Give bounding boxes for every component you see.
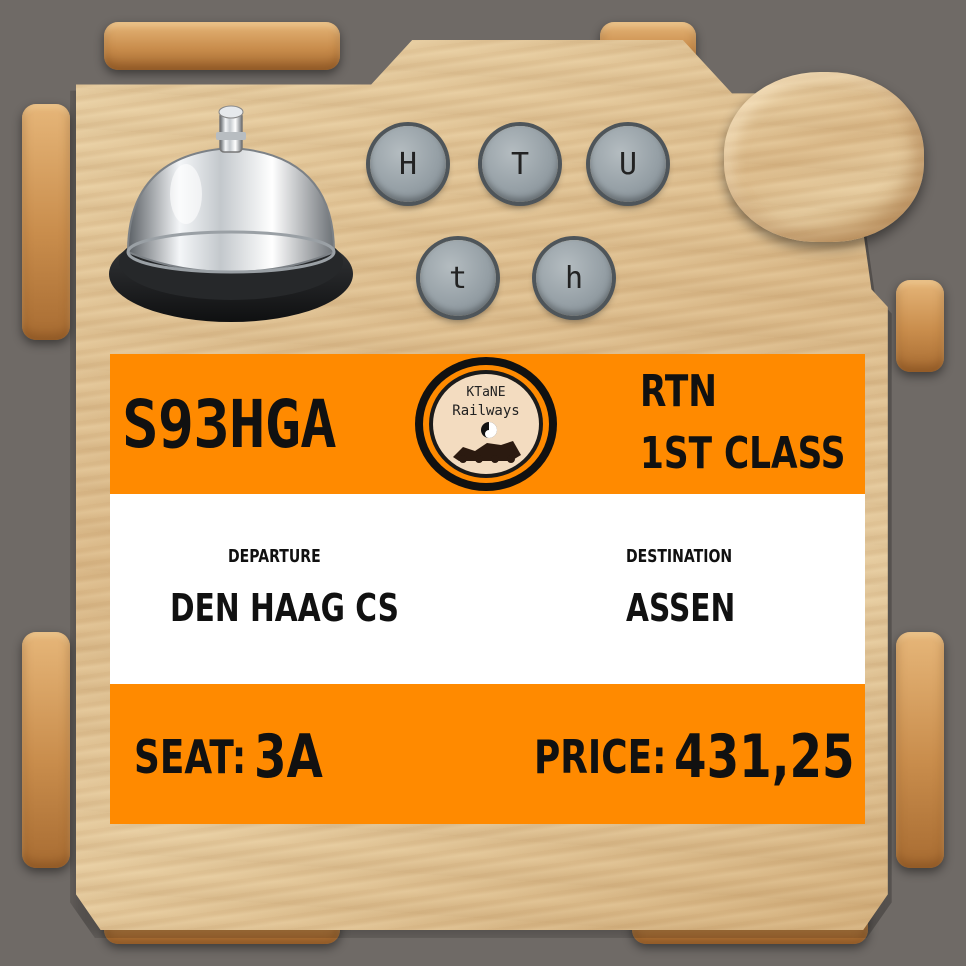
letter-button-3[interactable]: U (590, 126, 666, 202)
railway-logo: KTaNE Railways (413, 355, 559, 493)
logo-line-2: Railways (452, 403, 520, 419)
seat-label: SEAT: (134, 730, 247, 784)
letter-button-2[interactable]: T (482, 126, 558, 202)
service-bell-icon[interactable] (106, 102, 356, 324)
frame-peg-right-bottom (896, 632, 944, 868)
price-label: PRICE: (534, 730, 667, 784)
departure-label: DEPARTURE (228, 546, 321, 567)
letter-button-5[interactable]: h (536, 240, 612, 316)
letter-button-4[interactable]: t (420, 240, 496, 316)
destination-label: DESTINATION (626, 546, 733, 567)
logo-line-1: KTaNE (466, 385, 506, 400)
frame-peg-left-bottom (22, 632, 70, 868)
frame-peg-top-left (104, 22, 340, 70)
status-light-knob (724, 72, 924, 242)
letter-button-1[interactable]: H (370, 126, 446, 202)
travel-class: 1ST CLASS (640, 428, 846, 479)
ticket-type: RTN (640, 366, 718, 417)
railway-logo-emblem (415, 357, 557, 491)
frame-peg-right-top (896, 280, 944, 372)
destination-value: ASSEN (626, 586, 736, 630)
ticket-code: S93HGA (122, 386, 337, 463)
seat-value: 3A (254, 722, 323, 792)
departure-value: DEN HAAG CS (170, 586, 399, 630)
price-value: 431,25 (674, 722, 855, 792)
frame-peg-left-top (22, 104, 70, 340)
